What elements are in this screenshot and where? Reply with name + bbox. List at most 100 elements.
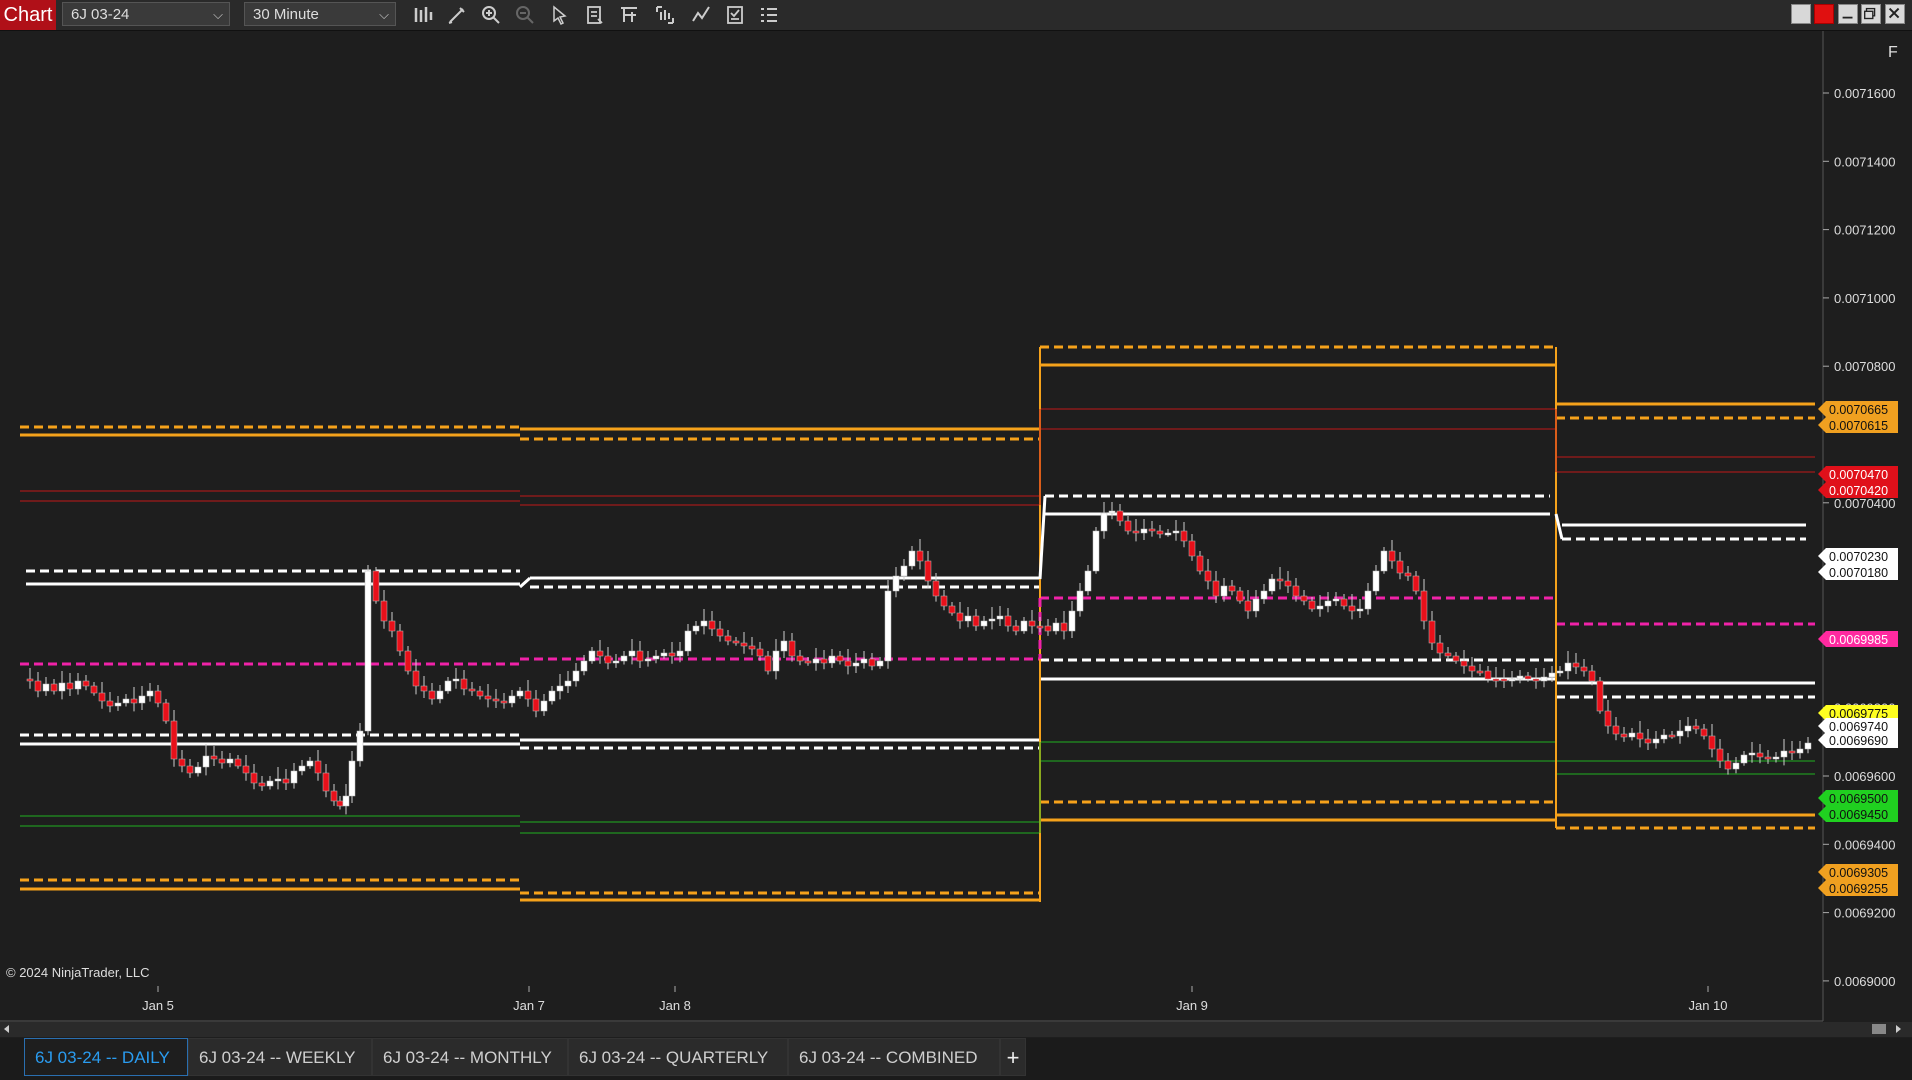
candle-body — [74, 680, 82, 690]
candle-body — [1012, 625, 1020, 632]
price-chart[interactable]: 0.0071600 0.0071400 0.0071200 0.0071000 0.00… — [0, 31, 1912, 1041]
maximize-icon[interactable] — [1861, 4, 1881, 24]
f-label[interactable]: F — [1888, 44, 1898, 61]
candle-body — [1476, 670, 1484, 674]
candle-body — [988, 618, 996, 622]
candle-body — [852, 662, 860, 667]
candle-body — [548, 690, 556, 702]
candle-body — [146, 690, 154, 697]
candle-body — [668, 652, 676, 657]
candle-body — [306, 760, 314, 767]
candle-body — [1564, 662, 1572, 672]
candle-body — [772, 650, 780, 672]
interval-selector[interactable]: 30 Minute ⌵ — [244, 2, 396, 26]
candle-body — [948, 605, 956, 614]
candle-body — [1516, 675, 1524, 680]
candle-body — [1140, 528, 1148, 534]
bar-type-icon[interactable] — [412, 4, 434, 26]
time-tick-label: Jan 7 — [513, 998, 545, 1013]
templates-icon[interactable] — [618, 4, 640, 26]
price-tick-label: 0.0069000 — [1834, 974, 1895, 989]
candle-body — [436, 690, 444, 700]
candle-body — [412, 670, 420, 687]
candle-body — [90, 685, 98, 694]
candle-body — [234, 758, 242, 767]
candle-body — [1356, 608, 1364, 612]
candle-body — [460, 678, 468, 690]
drawing-tool-icon[interactable] — [446, 4, 468, 26]
candle-body — [210, 755, 218, 760]
strategies-icon[interactable] — [654, 4, 676, 26]
properties-icon[interactable] — [724, 4, 746, 26]
time-tick-label: Jan 10 — [1688, 998, 1727, 1013]
candle-body — [1236, 590, 1244, 602]
candle-body — [1484, 670, 1492, 680]
candle-body — [860, 658, 868, 664]
add-tab-button[interactable]: + — [1000, 1038, 1026, 1076]
scroll-thumb[interactable] — [1872, 1024, 1886, 1034]
price-tag-label: 0.0070420 — [1829, 484, 1888, 498]
candle-body — [892, 575, 900, 592]
interval-value: 30 Minute — [253, 6, 319, 23]
tab-weekly[interactable]: 6J 03-24 -- WEEKLY — [188, 1038, 372, 1076]
candle-body — [1764, 756, 1772, 760]
candle-body — [1628, 732, 1636, 738]
candle-body — [660, 652, 668, 657]
candle-body — [1772, 756, 1780, 760]
candle-body — [1204, 570, 1212, 582]
candle-body — [788, 640, 796, 657]
instrument-selector[interactable]: 6J 03-24 ⌵ — [62, 2, 230, 26]
data-box-icon[interactable] — [584, 4, 606, 26]
price-tag-label: 0.0070180 — [1829, 566, 1888, 580]
candle-body — [1004, 615, 1012, 627]
price-tag-label: 0.0070665 — [1829, 403, 1888, 417]
candle-body — [604, 655, 612, 664]
tab-daily[interactable]: 6J 03-24 -- DAILY — [24, 1038, 188, 1076]
chart-canvas[interactable]: 0.0071600 0.0071400 0.0071200 0.0071000 0.00… — [0, 31, 1912, 1041]
candle-body — [218, 758, 226, 764]
candle-body — [1172, 530, 1180, 534]
candle-body — [1804, 742, 1812, 750]
candle-body — [290, 770, 298, 784]
candle-body — [1756, 752, 1764, 758]
candle-body — [620, 655, 628, 662]
close-icon[interactable] — [1885, 4, 1905, 24]
candle-body — [342, 795, 350, 807]
zoom-out-icon[interactable] — [514, 4, 536, 26]
candle-body — [42, 683, 50, 692]
candle-body — [596, 650, 604, 657]
candle-body — [764, 655, 772, 672]
indicators-icon[interactable] — [690, 4, 712, 26]
chevron-down-icon: ⌵ — [213, 7, 223, 22]
candle-body — [1492, 678, 1500, 682]
candle-body — [154, 690, 162, 704]
candle-body — [1548, 672, 1556, 678]
candle-body — [1284, 580, 1292, 587]
candle-body — [380, 600, 388, 622]
candle-body — [274, 778, 282, 782]
candle-body — [484, 695, 492, 700]
candle-body — [1164, 532, 1172, 536]
candle-body — [282, 778, 290, 784]
tab-quarterly[interactable]: 6J 03-24 -- QUARTERLY — [568, 1038, 788, 1076]
minimize-icon[interactable] — [1838, 4, 1858, 24]
candle-body — [724, 635, 732, 642]
candle-body — [1652, 738, 1660, 744]
candle-body — [1020, 620, 1028, 632]
horizontal-scrollbar[interactable] — [0, 1022, 1912, 1037]
tab-combined[interactable]: 6J 03-24 -- COMBINED — [788, 1038, 1000, 1076]
tab-monthly[interactable]: 6J 03-24 -- MONTHLY — [372, 1038, 568, 1076]
list-icon[interactable] — [758, 4, 780, 26]
candle-body — [868, 658, 876, 667]
candle-body — [26, 678, 34, 682]
restore-alt-icon[interactable] — [1791, 4, 1811, 24]
candle-body — [1732, 762, 1740, 770]
link-color-icon[interactable] — [1814, 4, 1834, 24]
candle-body — [1380, 550, 1388, 572]
candle-body — [122, 698, 130, 704]
candle-body — [138, 695, 146, 704]
zoom-in-icon[interactable] — [480, 4, 502, 26]
candle-body — [50, 683, 58, 692]
pointer-icon[interactable] — [548, 4, 570, 26]
candle-body — [1404, 572, 1412, 577]
